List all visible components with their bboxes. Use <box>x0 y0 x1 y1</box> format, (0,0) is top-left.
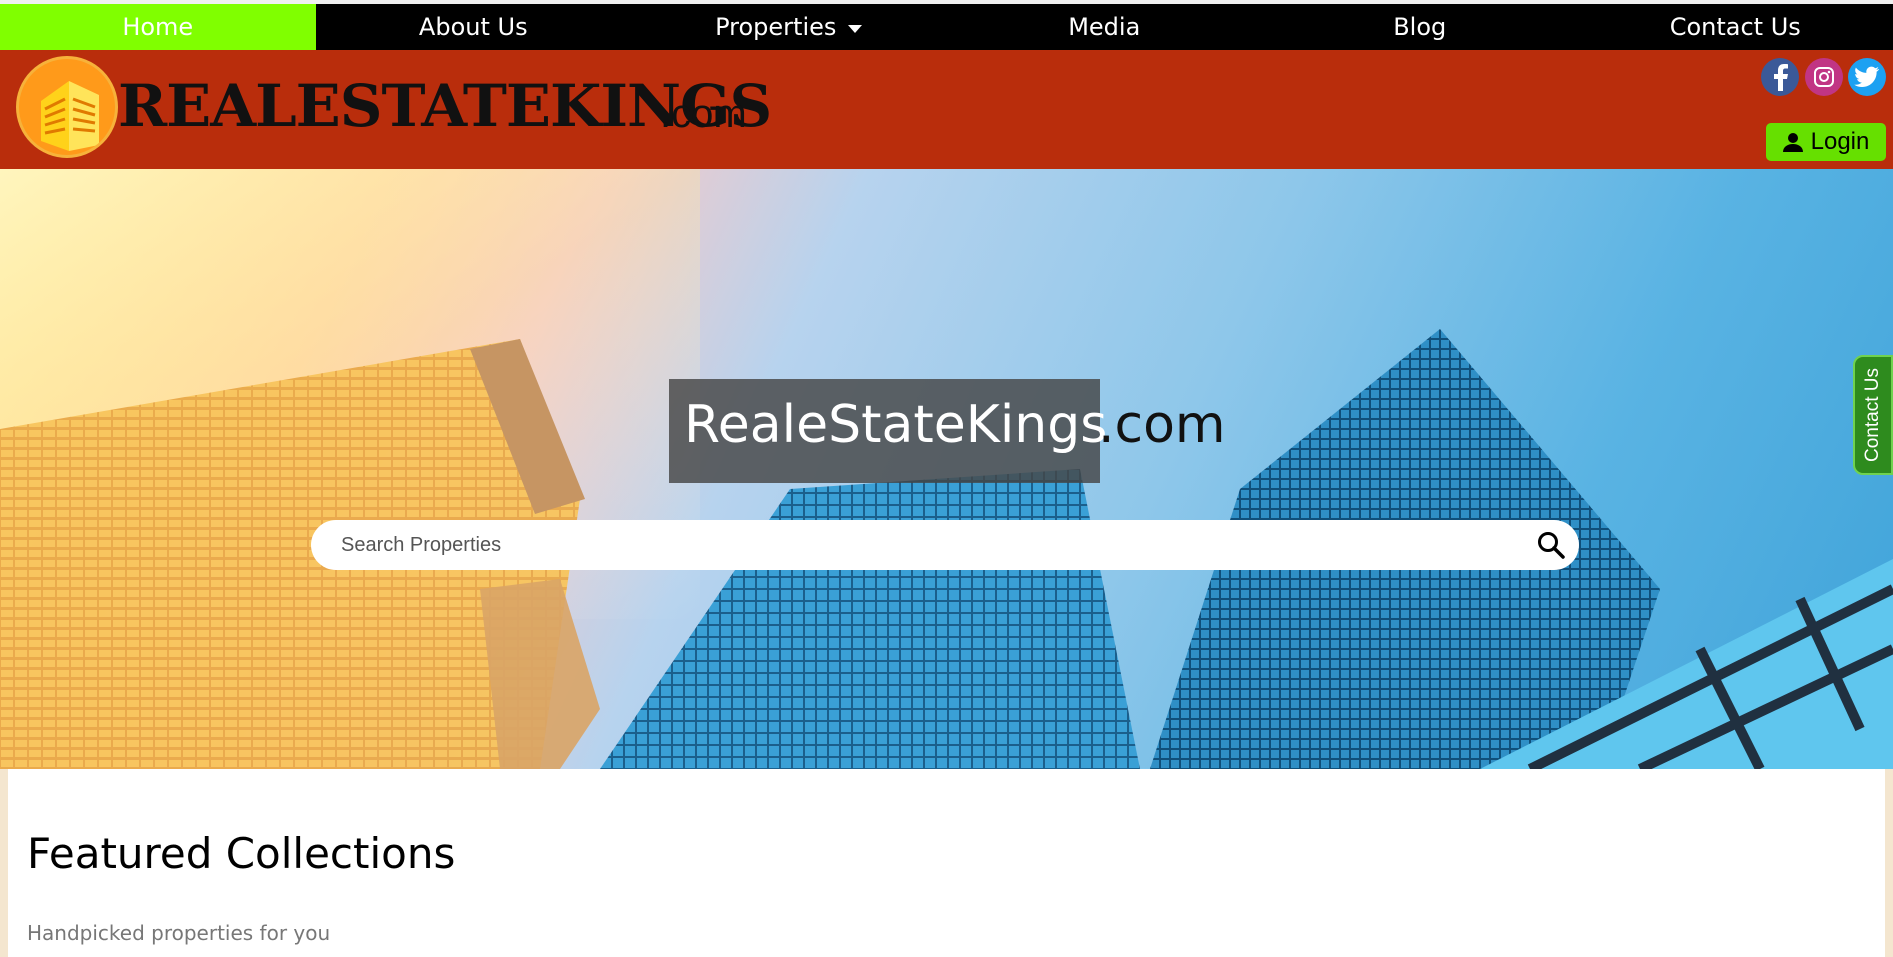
site-header: REALESTATEKINGS .com Login <box>0 50 1893 169</box>
hero-title: RealeStateKings <box>684 395 1108 455</box>
nav-item-label: Media <box>1068 13 1141 41</box>
nav-item-label: Blog <box>1393 13 1447 41</box>
nav-item-about-us[interactable]: About Us <box>316 4 632 50</box>
featured-subtitle: Handpicked properties for you <box>27 921 331 945</box>
logo-suffix: .com <box>660 92 747 136</box>
nav-item-home[interactable]: Home <box>0 4 316 50</box>
contact-us-side-tab[interactable]: Contact Us <box>1853 355 1893 475</box>
login-button[interactable]: Login <box>1766 123 1886 161</box>
hero-banner: RealeStateKings .com <box>0 169 1893 769</box>
right-border <box>1885 769 1893 957</box>
nav-item-label: About Us <box>418 13 528 41</box>
property-search-bar <box>311 520 1579 570</box>
login-label: Login <box>1810 128 1870 155</box>
twitter-icon[interactable] <box>1848 58 1886 96</box>
featured-title: Featured Collections <box>27 829 456 878</box>
instagram-icon[interactable] <box>1805 58 1843 96</box>
building-logo-icon[interactable] <box>16 56 118 158</box>
hero-title-suffix: .com <box>1098 395 1226 455</box>
nav-item-label: Home <box>122 13 194 41</box>
nav-item-properties[interactable]: Properties <box>631 4 947 50</box>
left-border <box>0 769 8 957</box>
user-icon <box>1782 133 1803 152</box>
search-input[interactable] <box>341 520 1491 570</box>
featured-section: Featured Collections Handpicked properti… <box>0 769 1893 957</box>
nav-item-blog[interactable]: Blog <box>1262 4 1578 50</box>
contact-tab-label: Contact Us <box>1862 368 1884 462</box>
facebook-icon[interactable] <box>1761 58 1799 96</box>
nav-item-label: Properties <box>715 13 837 41</box>
caret-down-icon <box>848 25 863 33</box>
top-navigation: Home About Us Properties Media Blog Cont… <box>0 0 1893 50</box>
nav-item-contact-us[interactable]: Contact Us <box>1578 4 1893 50</box>
search-icon[interactable] <box>1536 530 1566 560</box>
nav-item-media[interactable]: Media <box>947 4 1263 50</box>
nav-item-label: Contact Us <box>1669 13 1801 41</box>
